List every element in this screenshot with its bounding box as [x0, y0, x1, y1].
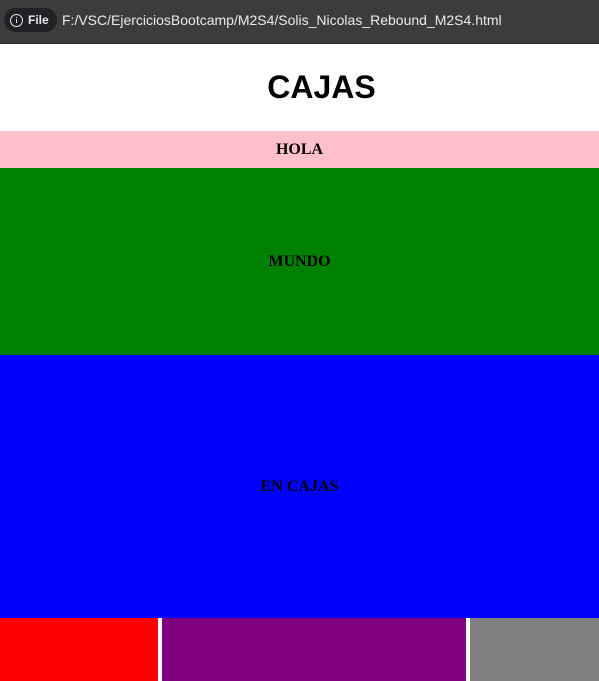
box-mundo-label: MUNDO	[268, 252, 331, 270]
box-mundo: MUNDO	[0, 168, 599, 355]
box-hola-label: HOLA	[275, 140, 324, 158]
box-en-cajas-label: EN CAJAS	[260, 477, 339, 495]
box-hola: HOLA	[0, 131, 599, 168]
site-chip-label: File	[28, 13, 49, 27]
info-icon	[10, 13, 23, 27]
footer-box-gray	[470, 618, 599, 681]
page-title: CAJAS	[267, 69, 376, 105]
box-en-cajas: EN CAJAS	[0, 355, 599, 618]
footer-box-purple	[162, 618, 466, 681]
url-field[interactable]: F:/VSC/EjerciciosBootcamp/M2S4/Solis_Nic…	[62, 12, 502, 28]
browser-address-bar: File F:/VSC/EjerciciosBootcamp/M2S4/Soli…	[0, 0, 599, 44]
page-content: CAJAS HOLA MUNDO EN CAJAS	[0, 44, 599, 681]
site-info-chip[interactable]: File	[4, 8, 57, 32]
footer-box-red	[0, 618, 158, 681]
